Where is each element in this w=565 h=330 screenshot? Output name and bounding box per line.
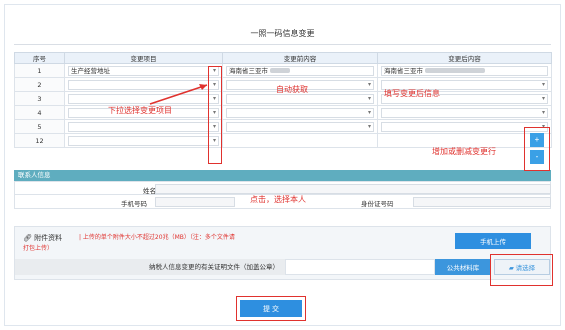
annotation-arrow — [149, 84, 208, 105]
